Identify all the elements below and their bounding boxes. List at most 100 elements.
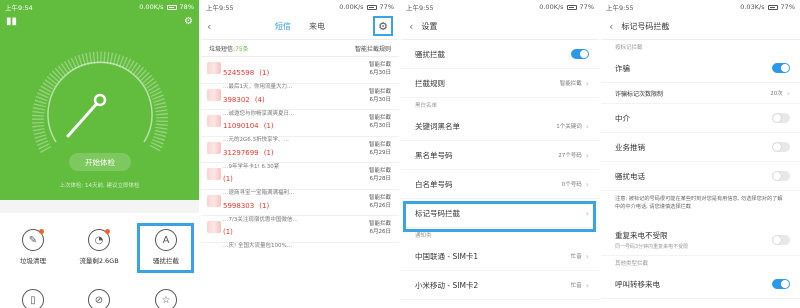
toggle-switch[interactable] (772, 171, 790, 181)
settings-gear-icon[interactable]: ⚙ (373, 16, 393, 36)
row-sim1[interactable]: 中国联通 - SIM卡1 忙音 › (401, 242, 599, 271)
section-header: 按标记拦截 (615, 45, 643, 51)
tile-speed[interactable]: ⊘ (66, 289, 132, 308)
notification-dot (105, 229, 110, 234)
message-date: 6月26日 (369, 229, 392, 235)
avatar (207, 62, 221, 74)
sender-number: 5998303 (223, 201, 255, 210)
smart-rules-link[interactable]: 智能拦截规则 (355, 44, 391, 53)
avatar (207, 115, 221, 127)
tile-cleanup[interactable]: ✎ 垃圾清理 (0, 229, 66, 265)
row-label: 拦截规则 (415, 78, 445, 88)
row-repeat-calls[interactable]: 重复来电不受限同一号码3分钟内重复来电不受限 (601, 225, 800, 256)
tile-favorites[interactable]: ☆ (133, 289, 199, 308)
spam-count: 75条 (235, 45, 249, 53)
tile-data-usage[interactable]: ◔ 流量剩2.6GB (66, 229, 132, 265)
row-fraud-threshold[interactable]: 诈骗标记次数限制 20次 › (601, 83, 800, 104)
row-label: 关键词黑名单 (415, 121, 460, 131)
back-icon[interactable]: ‹ (609, 20, 613, 33)
net-speed: 0.00K/s (139, 3, 164, 11)
gear-icon[interactable]: ⚙ (184, 16, 193, 27)
tile-label: 垃圾清理 (20, 257, 46, 265)
list-item[interactable]: 398302 (4) …诚邀您与你畅享满爽夏日… 智能拦截 6月30日 (201, 84, 399, 117)
row-label: 白名单号码 (415, 179, 453, 189)
row-harassing-calls[interactable]: 骚扰电话 (601, 162, 800, 191)
toggle-switch[interactable] (772, 279, 790, 289)
row-whitelist[interactable]: 白名单号码 0个号码 › (401, 170, 599, 199)
net-speed: 0.03K/s (740, 3, 765, 11)
toggle-switch[interactable] (571, 49, 589, 59)
row-keyword-blacklist[interactable]: 关键词黑名单 1个关键词 › (401, 112, 599, 141)
chevron-right-icon: › (585, 78, 589, 88)
toggle-switch[interactable] (772, 113, 790, 123)
sender-number: 5245598 (223, 69, 255, 77)
row-value: 0个号码 (561, 182, 582, 188)
block-tag: 智能拦截 (368, 62, 391, 68)
list-item[interactable]: 5998303 (1) …7/3关注现宿优惠中国微信… 智能拦截 6月26日 (201, 190, 399, 223)
list-item[interactable]: (1) …退商寻宝一宝箱满满福利… 智能拦截 6月28日 (201, 163, 399, 196)
list-item[interactable]: (1) …庆! 全国大流量包100%… 智能拦截 6月26日 (201, 216, 399, 249)
row-value: 27个号码 (558, 153, 582, 159)
message-date: 6月28日 (369, 176, 392, 182)
tab-calls[interactable]: 来电 (309, 21, 325, 32)
toggle-switch[interactable] (772, 142, 790, 152)
blocked-messages-screen: 上午9:55 0.00K/s 77% ‹ 短信 来电 ⚙ 垃圾短信:75条 智能拦… (201, 0, 399, 308)
row-number-blacklist[interactable]: 黑名单号码 27个号码 › (401, 141, 599, 170)
message-count: (1) (263, 122, 274, 130)
row-sublabel: 同一号码3分钟内重复来电不受限 (615, 244, 689, 250)
status-header: 上午9:54 0.00K/s 78% ▮▮ ⚙ 开始体检 上次体检: 14天前, … (0, 0, 199, 200)
back-icon[interactable]: ‹ (409, 20, 413, 33)
avatar (207, 221, 221, 233)
row-value: 1个关键词 (556, 124, 582, 130)
battery-icon (166, 4, 177, 10)
row-label: 诈骗 (615, 63, 630, 73)
message-count: (1) (263, 148, 274, 157)
message-date: 6月26日 (369, 202, 392, 209)
row-block-rules[interactable]: 拦截规则 智能拦截 › (401, 69, 599, 98)
tile-battery[interactable]: ▯ (0, 289, 66, 308)
list-item[interactable]: 31297699 (1) …9年学年卡1! 6.30紧 智能拦截 6月29日 (201, 137, 399, 170)
list-item[interactable]: 11090104 (1) …元的2G6.3折快享学、… 智能拦截 6月30日 (201, 110, 399, 143)
row-intermediary[interactable]: 中介 (601, 104, 800, 133)
security-home-screen: 上午9:54 0.00K/s 78% ▮▮ ⚙ 开始体检 上次体检: 14天前, … (0, 0, 199, 308)
warning-note: 注意: 被标记的号码很可能在某些时刻对您是有用信息, 勿选择您对的了解中的中介电… (615, 196, 783, 210)
toggle-switch[interactable] (772, 63, 790, 73)
section-header: 其他类型拦截 (615, 261, 649, 267)
row-sales[interactable]: 业务推销 (601, 133, 800, 162)
battery-level: 77% (780, 3, 795, 11)
marked-number-screen: 上午9:55 0.03K/s 77% ‹ 标记号码拦截 按标记拦截 诈骗 诈骗标记次… (601, 0, 800, 308)
row-call-transfer[interactable]: 呼叫转移来电 (601, 270, 800, 299)
toggle-switch[interactable] (772, 235, 790, 245)
back-icon[interactable]: ‹ (207, 20, 211, 33)
message-count: (4) (254, 95, 265, 104)
chevron-right-icon: › (585, 150, 589, 160)
block-tag: 智能拦截 (368, 115, 391, 121)
status-bar: 上午9:55 0.00K/s 77% (401, 0, 599, 14)
battery-icon (767, 4, 778, 10)
net-speed: 0.00K/s (339, 3, 364, 11)
row-fraud[interactable]: 诈骗 (601, 54, 800, 83)
block-tag: 智能拦截 (368, 221, 391, 227)
row-value: 20次 (770, 91, 783, 97)
list-item[interactable]: 5245598 (1) …最后1天，你用流量大力… 智能拦截 6月30日 (201, 57, 399, 90)
page-header: ‹ 标记号码拦截 (601, 14, 800, 40)
avatar (207, 168, 221, 180)
stats-icon[interactable]: ▮▮ (6, 16, 17, 27)
row-label: 重复来电不受限 (615, 231, 668, 240)
row-value: 忙音 (570, 254, 582, 260)
tab-sms[interactable]: 短信 (275, 21, 291, 32)
tile-label: 流量剩2.6GB (79, 257, 119, 265)
row-harassment-block[interactable]: 骚扰拦截 (401, 40, 599, 69)
page-title: 标记号码拦截 (621, 22, 670, 31)
star-icon: ☆ (155, 289, 177, 308)
avatar (207, 141, 221, 154)
row-label: 业务推销 (615, 142, 645, 152)
chevron-right-icon: › (585, 179, 589, 189)
net-speed: 0.00K/s (539, 3, 564, 11)
notification-dot (39, 229, 44, 234)
last-check-text: 上次体检: 14天前, 建议立即体检 (59, 183, 140, 189)
row-sim2[interactable]: 小米移动 - SIM卡2 忙音 › (401, 271, 599, 300)
start-check-button[interactable]: 开始体检 (69, 153, 131, 171)
battery-level: 78% (179, 3, 194, 11)
row-label: 呼叫转移来电 (615, 279, 660, 289)
